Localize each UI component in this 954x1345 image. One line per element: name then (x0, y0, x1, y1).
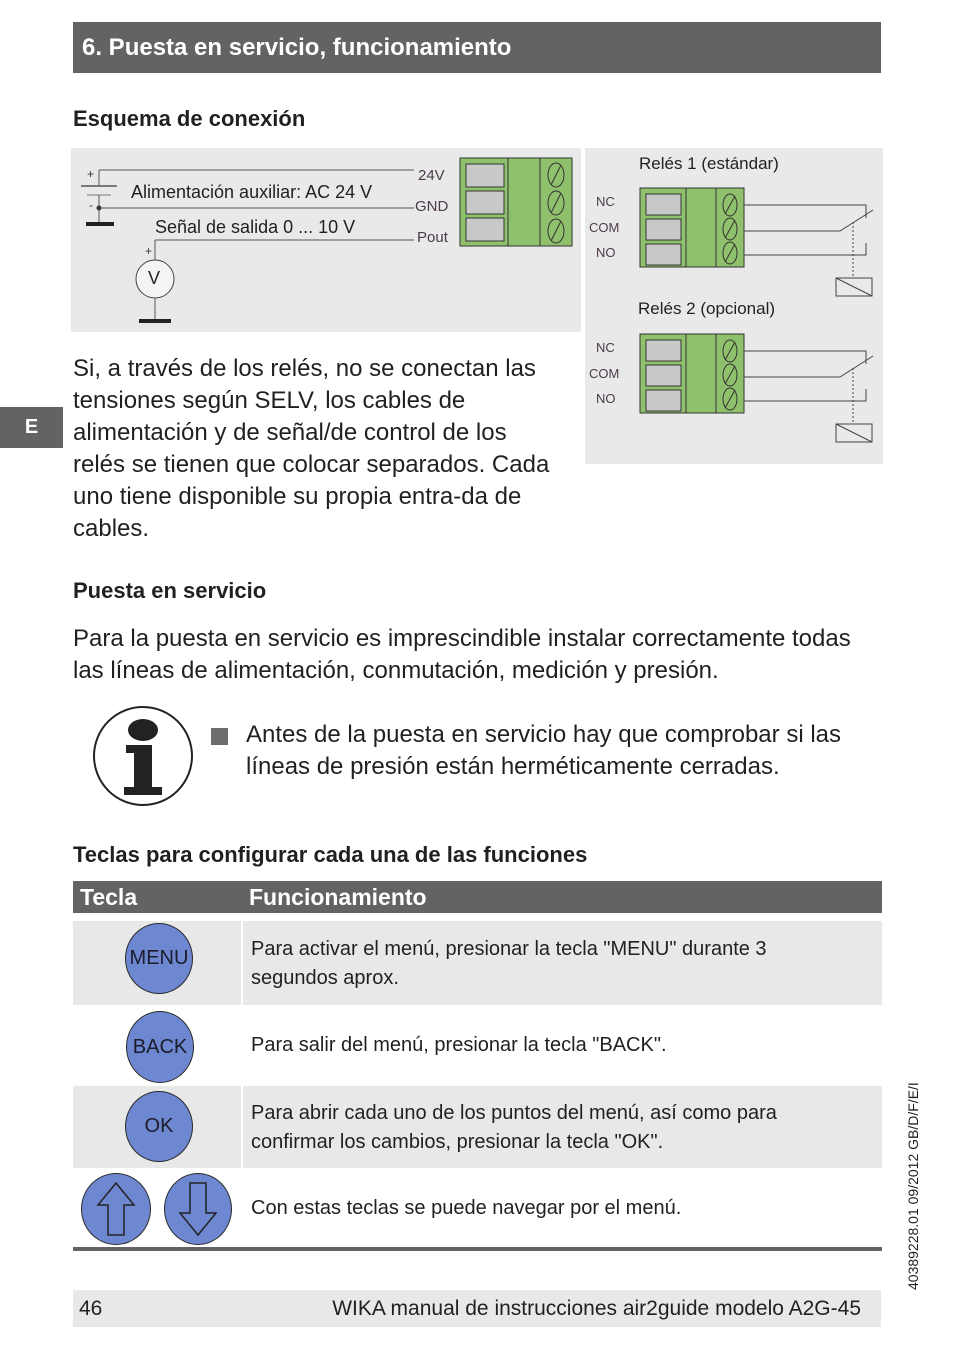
power-connection-diagram: + - + Alimentación auxiliar: AC 24 V Señ… (71, 148, 581, 332)
row-description: Para abrir cada uno de los puntos del me… (251, 1102, 777, 1153)
relay-diagram: Relés 1 (estándar) NC COM NO Relés 2 (op… (585, 148, 883, 464)
relay2-com: COM (589, 366, 620, 381)
page-footer: 46 WIKA manual de instrucciones air2guid… (73, 1290, 881, 1327)
table-row: OK Para abrir cada uno de los puntos del… (73, 1086, 882, 1168)
column-header-function: Funcionamiento (249, 884, 427, 910)
terminal-gnd: GND (415, 198, 449, 215)
ok-key-button[interactable]: OK (125, 1091, 193, 1162)
document-id: 40389228.01 09/2012 GB/D/F/E/I (905, 1082, 921, 1290)
table-row: MENU Para activar el menú, presionar la … (73, 921, 882, 1005)
footer-text: WIKA manual de instrucciones air2guide m… (332, 1297, 861, 1320)
terminal-24v: 24V (418, 167, 445, 184)
commissioning-paragraph: Para la puesta en servicio es imprescind… (73, 625, 851, 684)
commissioning-heading: Puesta en servicio (73, 578, 267, 603)
relay1-no: NO (596, 245, 616, 260)
table-row: BACK Para salir del menú, presionar la t… (73, 1006, 882, 1086)
page-number: 46 (79, 1297, 103, 1320)
row-description: Para activar el menú, presionar la tecla… (251, 938, 767, 989)
arrow-down-icon[interactable] (164, 1173, 232, 1245)
section-header: 6. Puesta en servicio, funcionamiento (73, 22, 881, 73)
power-label: Alimentación auxiliar: AC 24 V (131, 182, 373, 202)
relay2-title: Relés 2 (opcional) (638, 299, 776, 318)
minus-sign: - (89, 198, 93, 212)
connection-heading: Esquema de conexión (73, 106, 306, 131)
row-description: Para salir del menú, presionar la tecla … (251, 1034, 667, 1056)
relay2-nc: NC (596, 340, 615, 355)
table-row: Con estas teclas se puede navegar por el… (73, 1170, 882, 1248)
menu-key-button[interactable]: MENU (125, 923, 193, 994)
keys-heading: Teclas para configurar cada una de las f… (73, 842, 588, 867)
table-bottom-rule (73, 1247, 882, 1251)
plus-sign: + (87, 167, 95, 181)
language-tab: E (0, 407, 63, 448)
keys-table-header: Tecla Funcionamiento (73, 881, 882, 913)
arrow-up-icon[interactable] (81, 1173, 151, 1245)
info-icon (92, 705, 194, 807)
column-header-key: Tecla (80, 884, 138, 910)
voltmeter-icon: V (148, 268, 161, 288)
relay1-title: Relés 1 (estándar) (639, 154, 779, 173)
bullet-icon (211, 728, 228, 745)
back-key-button[interactable]: BACK (126, 1011, 194, 1083)
selv-paragraph: Si, a través de los relés, no se conecta… (73, 355, 550, 542)
commissioning-note: Antes de la puesta en servicio hay que c… (246, 721, 841, 780)
signal-label: Señal de salida 0 ... 10 V (155, 217, 356, 237)
plus-sign: + (145, 244, 153, 258)
relay1-com: COM (589, 220, 620, 235)
terminal-pout: Pout (417, 229, 448, 246)
row-description: Con estas teclas se puede navegar por el… (251, 1197, 682, 1219)
relay1-nc: NC (596, 194, 615, 209)
relay2-no: NO (596, 391, 616, 406)
